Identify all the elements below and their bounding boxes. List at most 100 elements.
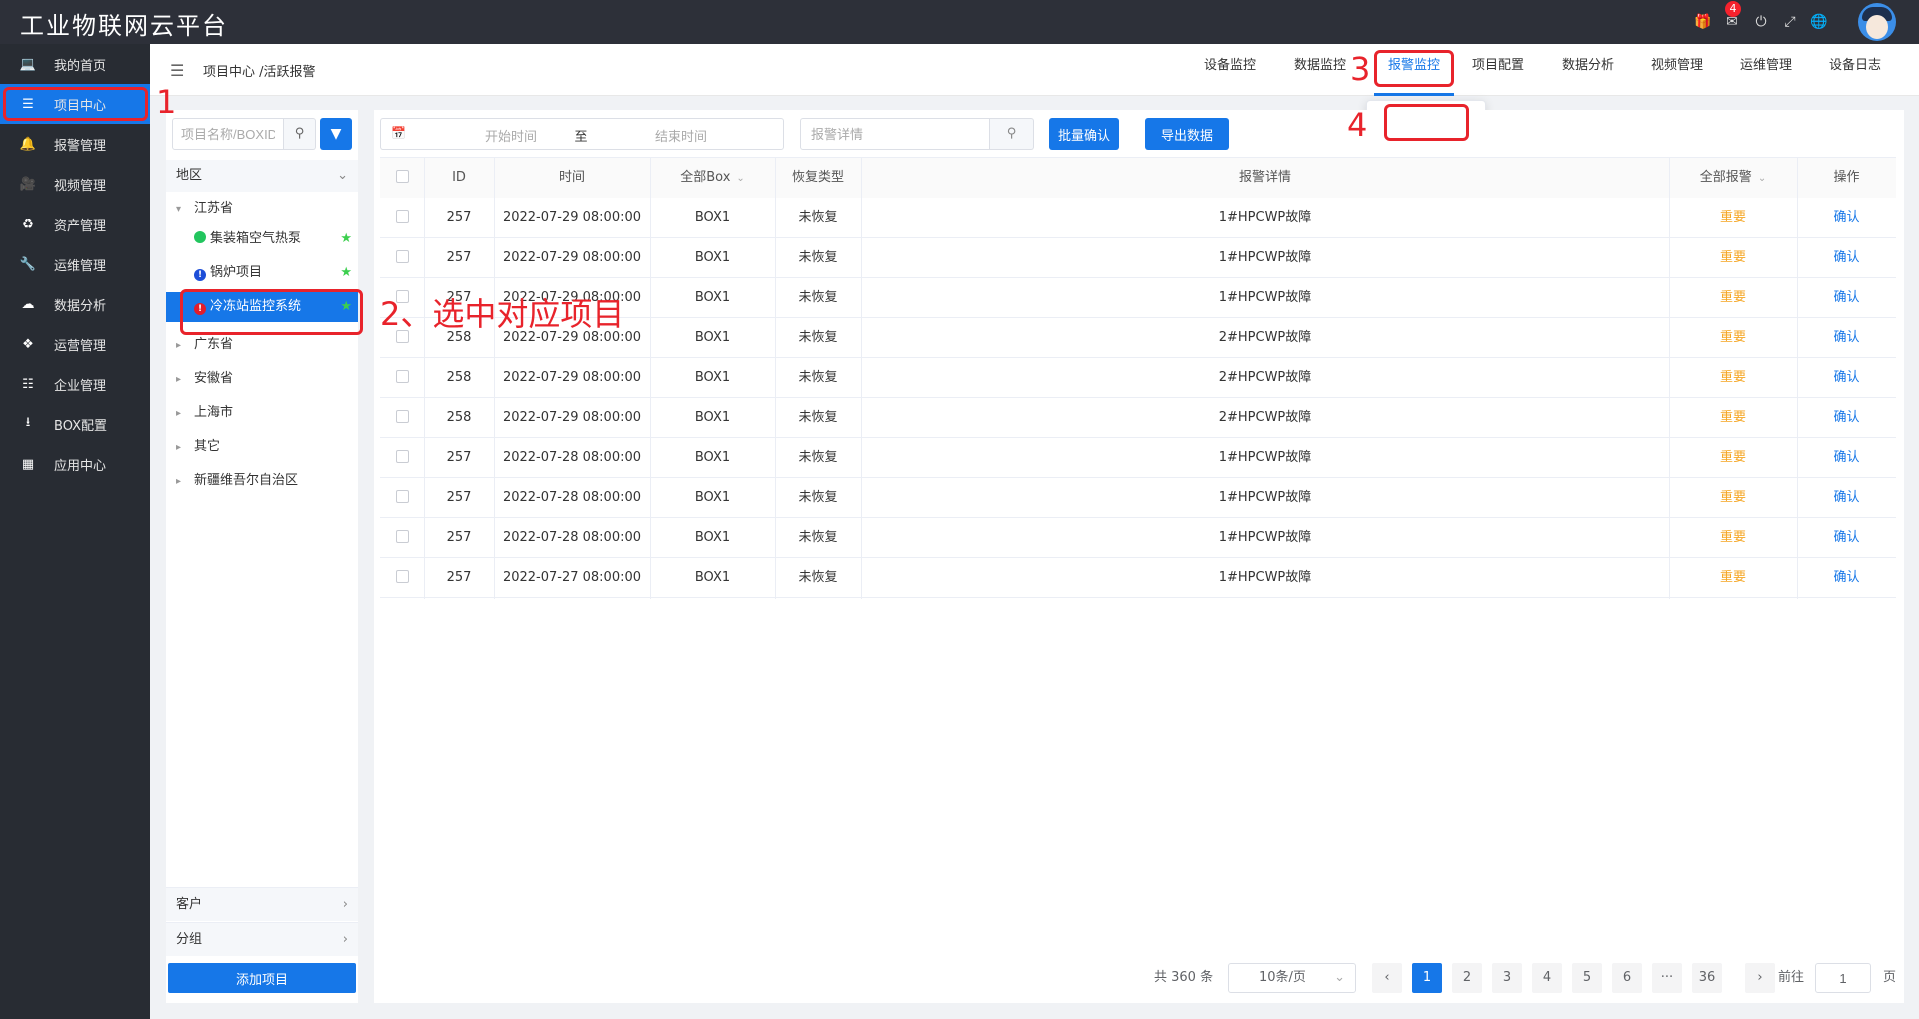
- confirm-link[interactable]: 确认: [1797, 238, 1896, 278]
- sidebar-item-6[interactable]: ☁ 数据分析: [0, 284, 150, 324]
- tree-province[interactable]: ▸ 其它: [166, 432, 358, 462]
- goto-page-input[interactable]: [1815, 963, 1871, 993]
- customer-section[interactable]: 客户 ›: [166, 887, 358, 921]
- sidebar-item-2[interactable]: 🔔 报警管理: [0, 124, 150, 164]
- prev-page-button[interactable]: ‹: [1372, 963, 1402, 993]
- province-label: 新疆维吾尔自治区: [194, 473, 299, 488]
- total-count: 共 360 条: [1154, 970, 1214, 985]
- confirm-link[interactable]: 确认: [1797, 518, 1896, 558]
- caret-right-icon[interactable]: ▸: [176, 433, 188, 463]
- caret-right-icon[interactable]: ▸: [176, 331, 188, 361]
- checkbox[interactable]: [395, 170, 409, 183]
- row-checkbox-cell: [380, 478, 424, 518]
- sidebar-item-10[interactable]: ▦ 应用中心: [0, 444, 150, 484]
- checkbox[interactable]: [395, 530, 409, 543]
- tab-3[interactable]: 项目配置: [1463, 44, 1533, 96]
- filter-caret-icon[interactable]: ⌄: [736, 173, 744, 184]
- filter-icon[interactable]: ▼: [320, 118, 352, 150]
- sidebar-item-9[interactable]: ⭳ BOX配置: [0, 404, 150, 444]
- tab-1[interactable]: 数据监控: [1284, 44, 1356, 96]
- page-button[interactable]: 1: [1412, 963, 1442, 993]
- caret-right-icon[interactable]: ▸: [176, 467, 188, 497]
- alarm-detail-input[interactable]: [800, 118, 990, 150]
- sidebar: 💻 我的首页 ☰ 项目中心 🔔 报警管理 🎥 视频管理 ♻ 资产管理 🔧 运维管理 ☁ 数据分析 ❖ 运营管理…: [0, 44, 150, 1019]
- search-icon[interactable]: ⚲: [284, 118, 316, 150]
- gift-icon[interactable]: 🎁: [1694, 14, 1712, 30]
- end-time-placeholder[interactable]: 结束时间: [621, 126, 741, 145]
- star-icon[interactable]: ★: [340, 224, 352, 254]
- page-button[interactable]: 36: [1692, 963, 1722, 993]
- tab-6[interactable]: 运维管理: [1731, 44, 1801, 96]
- next-page-button[interactable]: ›: [1745, 963, 1775, 993]
- confirm-link[interactable]: 确认: [1797, 278, 1896, 318]
- tree-project[interactable]: ! 锅炉项目 ★: [166, 258, 358, 288]
- tree-province[interactable]: ▸ 安徽省: [166, 364, 358, 394]
- date-range-picker[interactable]: 📅 开始时间 至 结束时间: [380, 118, 784, 150]
- checkbox[interactable]: [395, 370, 409, 383]
- start-time-placeholder[interactable]: 开始时间: [451, 126, 571, 145]
- group-section[interactable]: 分组 ›: [166, 922, 358, 956]
- region-header[interactable]: 地区 ⌄: [166, 160, 358, 192]
- sidebar-item-0[interactable]: 💻 我的首页: [0, 44, 150, 84]
- menu-toggle-icon[interactable]: ☰: [170, 61, 184, 80]
- sidebar-item-7[interactable]: ❖ 运营管理: [0, 324, 150, 364]
- tab-0[interactable]: 设备监控: [1195, 44, 1265, 96]
- caret-right-icon[interactable]: ▸: [176, 399, 188, 429]
- checkbox[interactable]: [395, 410, 409, 423]
- fullscreen-icon[interactable]: ⤢: [1781, 14, 1799, 30]
- tree-province[interactable]: ▸ 新疆维吾尔自治区: [166, 466, 358, 496]
- table-cell: 未恢复: [798, 530, 838, 545]
- filter-caret-icon[interactable]: ⌄: [1758, 173, 1766, 184]
- page-button[interactable]: 6: [1612, 963, 1642, 993]
- checkbox[interactable]: [395, 570, 409, 583]
- tree-province[interactable]: ▾ 江苏省: [166, 194, 358, 224]
- column-divider: [861, 158, 862, 599]
- group-label: 分组: [176, 932, 203, 947]
- search-icon[interactable]: ⚲: [990, 118, 1034, 150]
- checkbox[interactable]: [395, 490, 409, 503]
- caret-down-icon[interactable]: ▾: [176, 195, 188, 225]
- checkbox[interactable]: [395, 450, 409, 463]
- tree-province[interactable]: ▸ 上海市: [166, 398, 358, 428]
- checkbox[interactable]: [395, 210, 409, 223]
- project-search-input[interactable]: [172, 118, 284, 150]
- batch-confirm-button[interactable]: 批量确认: [1049, 118, 1119, 150]
- sidebar-item-3[interactable]: 🎥 视频管理: [0, 164, 150, 204]
- confirm-link[interactable]: 确认: [1797, 438, 1896, 478]
- confirm-link[interactable]: 确认: [1797, 478, 1896, 518]
- table-cell: 2022-07-29 08:00:00: [502, 370, 642, 385]
- page-button[interactable]: 2: [1452, 963, 1482, 993]
- row-checkbox-cell: [380, 398, 424, 438]
- confirm-link[interactable]: 确认: [1797, 318, 1896, 358]
- sidebar-item-4[interactable]: ♻ 资产管理: [0, 204, 150, 244]
- tab-7[interactable]: 设备日志: [1820, 44, 1890, 96]
- table-cell: 2#HPCWP故障: [1218, 370, 1312, 385]
- tab-4[interactable]: 数据分析: [1552, 44, 1624, 96]
- tab-5[interactable]: 视频管理: [1641, 44, 1713, 96]
- column-header[interactable]: 全部报警 ⌄: [1669, 158, 1797, 198]
- column-header[interactable]: 全部Box ⌄: [650, 158, 775, 198]
- page-button[interactable]: 5: [1572, 963, 1602, 993]
- avatar[interactable]: [1858, 3, 1896, 41]
- page-button[interactable]: 4: [1532, 963, 1562, 993]
- tree-project[interactable]: 集装箱空气热泵 ★: [166, 224, 358, 254]
- star-icon[interactable]: ★: [340, 258, 352, 288]
- add-project-button[interactable]: 添加项目: [168, 963, 356, 993]
- sidebar-item-5[interactable]: 🔧 运维管理: [0, 244, 150, 284]
- checkbox[interactable]: [395, 250, 409, 263]
- confirm-link[interactable]: 确认: [1797, 198, 1896, 238]
- select-all-checkbox[interactable]: [380, 158, 424, 198]
- sidebar-item-8[interactable]: ☷ 企业管理: [0, 364, 150, 404]
- caret-right-icon[interactable]: ▸: [176, 365, 188, 395]
- confirm-link[interactable]: 确认: [1797, 398, 1896, 438]
- confirm-link[interactable]: 确认: [1797, 558, 1896, 598]
- globe-icon[interactable]: 🌐: [1810, 14, 1828, 30]
- page-button[interactable]: ···: [1652, 963, 1682, 993]
- page-size-select[interactable]: 10条/页 ⌄: [1228, 963, 1356, 993]
- project-panel: ⚲ ▼ 地区 ⌄ ▾江苏省集装箱空气热泵★!锅炉项目★!冷冻站监控系统★▸广东省…: [166, 110, 358, 1003]
- power-icon[interactable]: ⏻: [1752, 14, 1770, 30]
- export-data-button[interactable]: 导出数据: [1145, 118, 1229, 150]
- confirm-link[interactable]: 确认: [1797, 358, 1896, 398]
- page-button[interactable]: 3: [1492, 963, 1522, 993]
- province-label: 上海市: [194, 405, 234, 420]
